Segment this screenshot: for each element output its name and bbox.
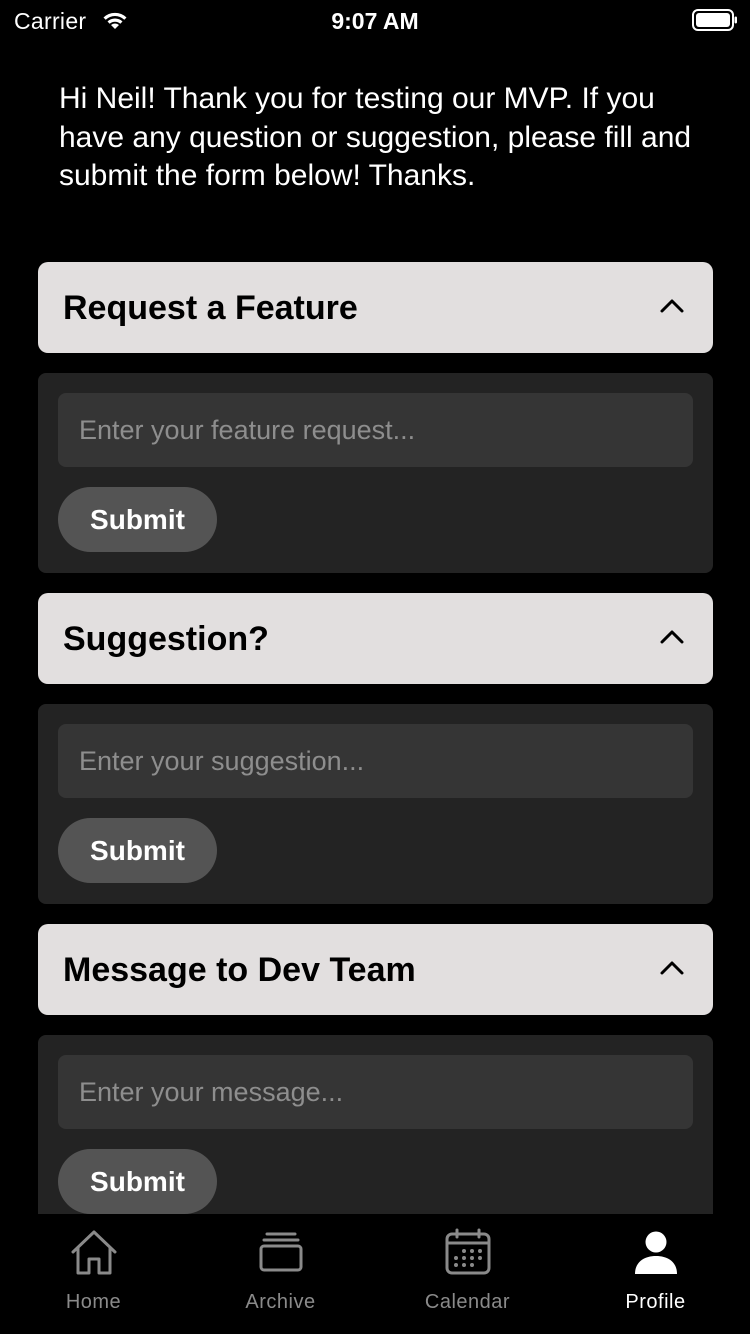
tab-label: Home xyxy=(65,1291,122,1313)
calendar-icon xyxy=(445,1228,490,1275)
submit-message-button[interactable]: Submit xyxy=(58,1149,217,1214)
chevron-up-icon xyxy=(660,961,684,975)
submit-suggestion-button[interactable]: Submit xyxy=(58,818,217,883)
section-header-request-feature[interactable]: Request a Feature xyxy=(38,262,713,353)
feature-request-input[interactable] xyxy=(58,393,693,467)
section-body-suggestion: Submit xyxy=(38,704,713,904)
battery-icon xyxy=(692,9,737,31)
tab-home[interactable]: Home xyxy=(0,1214,187,1334)
tab-label: Calendar xyxy=(424,1291,511,1313)
clock-time: 9:07 AM xyxy=(331,8,419,34)
section-header-suggestion[interactable]: Suggestion? xyxy=(38,593,713,684)
intro-message: Hi Neil! Thank you for testing our MVP. … xyxy=(59,82,692,192)
section-title: Request a Feature xyxy=(63,289,358,327)
section-title: Suggestion? xyxy=(63,620,269,658)
section-body-message-dev-team: Submit xyxy=(38,1035,713,1235)
chevron-up-icon xyxy=(660,299,684,313)
suggestion-input[interactable] xyxy=(58,724,693,798)
feedback-screen: Carrier 9:07 AM Hi Neil! Thank you for t… xyxy=(0,0,750,1334)
home-icon xyxy=(71,1230,116,1275)
archive-icon xyxy=(259,1232,302,1272)
section-body-request-feature: Submit xyxy=(38,373,713,573)
message-input[interactable] xyxy=(58,1055,693,1129)
profile-icon xyxy=(634,1231,677,1274)
tab-calendar[interactable]: Calendar xyxy=(374,1214,561,1334)
submit-feature-button[interactable]: Submit xyxy=(58,487,217,552)
tab-profile[interactable]: Profile xyxy=(562,1214,749,1334)
tab-bar: Home Archive Calendar Profile xyxy=(0,1214,750,1334)
tab-archive[interactable]: Archive xyxy=(187,1214,374,1334)
tab-label: Profile xyxy=(625,1291,686,1313)
section-title: Message to Dev Team xyxy=(63,951,416,989)
section-header-message-dev-team[interactable]: Message to Dev Team xyxy=(38,924,713,1015)
tab-label: Archive xyxy=(245,1291,316,1313)
chevron-up-icon xyxy=(660,630,684,644)
status-bar: Carrier 9:07 AM xyxy=(0,0,750,40)
